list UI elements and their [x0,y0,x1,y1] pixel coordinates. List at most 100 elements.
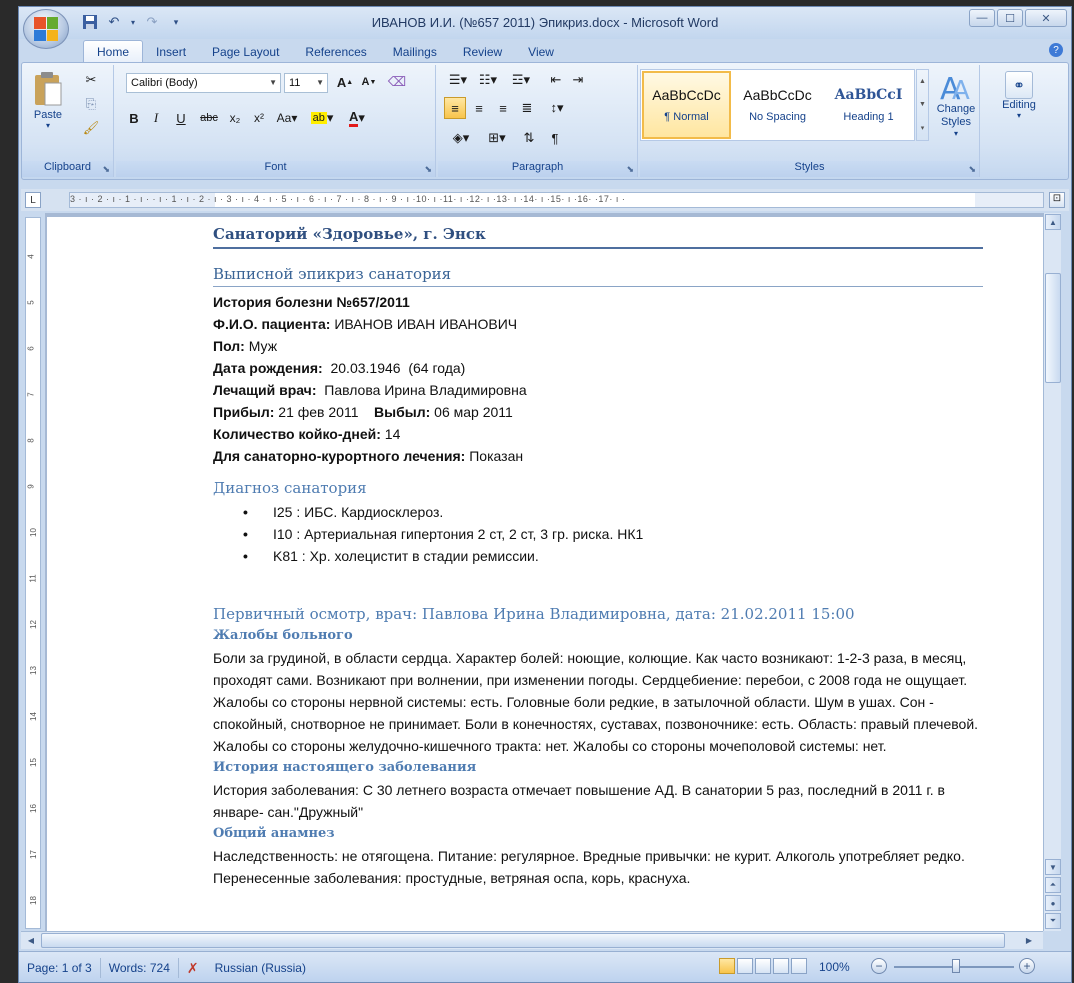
complaints-text: Боли за грудиной, в области сердца. Хара… [213,650,979,754]
change-case-icon[interactable]: Aa▾ [272,107,302,129]
increase-indent-icon[interactable]: ⇥ [568,69,588,91]
scroll-up-icon[interactable]: ▲ [1045,214,1061,230]
bold-icon[interactable]: B [124,107,144,129]
document-content[interactable]: Санаторий «Здоровье», г. Энск Выписной э… [213,223,983,889]
office-button[interactable] [23,9,69,49]
tab-mailings[interactable]: Mailings [380,41,450,63]
style-heading-1[interactable]: AaBbCcI Heading 1 [824,71,913,139]
tab-view[interactable]: View [515,41,567,63]
clipboard-launcher-icon[interactable]: ⬊ [102,164,110,175]
styles-launcher-icon[interactable]: ⬊ [968,164,976,175]
font-group: Calibri (Body) ▼ 11 ▼ A ▲ A ▼ ⌫ B I U abc x₂… [116,65,436,177]
clear-formatting-icon[interactable]: ⌫ [386,71,408,93]
maximize-button[interactable]: ☐ [997,9,1023,27]
superscript-icon[interactable]: x² [248,107,270,129]
language-indicator[interactable]: Russian (Russia) [207,958,314,978]
zoom-slider-thumb[interactable] [952,959,960,973]
shading-icon[interactable]: ◈▾ [444,127,478,149]
multilevel-list-icon[interactable]: ☲▾ [504,69,538,91]
next-page-icon[interactable]: ⏷ [1045,913,1061,929]
strikethrough-icon[interactable]: abc [196,107,222,129]
tab-review[interactable]: Review [450,41,515,63]
shrink-font-icon[interactable]: A ▼ [358,71,380,93]
help-icon[interactable]: ? [1049,43,1063,57]
align-left-icon[interactable]: ≡ [444,97,466,119]
sort-icon[interactable]: ⇅ [518,127,540,149]
grow-font-icon[interactable]: A ▲ [334,71,356,93]
minimize-button[interactable]: — [969,9,995,27]
horizontal-scrollbar[interactable]: ◀ ▶ [21,931,1043,949]
copy-icon[interactable]: ⎘ [80,93,102,115]
show-formatting-icon[interactable]: ¶ [544,127,566,149]
view-buttons [719,958,807,974]
font-family-select[interactable]: Calibri (Body) ▼ [126,73,281,93]
change-styles-button[interactable]: AA Change Styles ▾ [934,69,978,138]
web-layout-icon[interactable] [755,958,771,974]
vertical-ruler[interactable]: 4 5 6 7 8 9 10 11 12 13 14 15 16 17 18 [25,217,41,929]
zoom-out-icon[interactable]: − [871,958,887,974]
status-bar: Page: 1 of 3 Words: 724 ✗ Russian (Russi… [19,951,1071,982]
cut-icon[interactable]: ✂ [80,69,102,91]
font-launcher-icon[interactable]: ⬊ [424,164,432,175]
draft-icon[interactable] [791,958,807,974]
line-spacing-icon[interactable]: ↕▾ [542,97,572,119]
vertical-scroll-thumb[interactable] [1045,273,1061,383]
paste-button[interactable]: Paste ▾ [28,71,68,130]
word-count[interactable]: Words: 724 [101,958,179,978]
close-button[interactable]: ✕ [1025,9,1067,27]
underline-icon[interactable]: U [168,107,194,129]
styles-gallery-scroll[interactable]: ▲ ▼ ▾ [916,69,929,141]
paragraph-launcher-icon[interactable]: ⬊ [626,164,634,175]
styles-gallery: AaBbCcDc ¶ Normal AaBbCcDc No Spacing Aa… [640,69,915,141]
scroll-down-icon[interactable]: ▼ [1045,859,1061,875]
bullets-icon[interactable]: ☰▾ [444,69,472,91]
redo-icon[interactable]: ↷ [143,13,161,31]
gallery-more-icon[interactable]: ▾ [921,124,925,132]
proofing-icon[interactable]: ✗ [179,958,207,978]
field-bed-days: Количество койко-дней: 14 [213,426,401,442]
font-size-select[interactable]: 11 ▼ [284,73,328,93]
style-no-spacing[interactable]: AaBbCcDc No Spacing [733,71,822,139]
highlight-icon[interactable]: ab ▾ [306,107,338,129]
editing-button[interactable]: ⚭ Editing ▾ [994,71,1044,120]
scroll-left-icon[interactable]: ◀ [23,933,39,948]
scroll-right-icon[interactable]: ▶ [1021,933,1037,948]
justify-icon[interactable]: ≣ [516,97,538,119]
font-color-icon[interactable]: A ▾ [342,107,372,129]
tab-home[interactable]: Home [83,40,144,63]
numbering-icon[interactable]: ☷▾ [474,69,502,91]
format-painter-icon[interactable]: 🖌 [80,117,102,139]
undo-icon[interactable]: ↶ [105,13,123,31]
style-normal[interactable]: AaBbCcDc ¶ Normal [642,71,731,139]
customize-qat-icon[interactable]: ▾ [167,13,185,31]
print-layout-icon[interactable] [719,958,735,974]
horizontal-ruler[interactable]: 3 · ı · 2 · ı · 1 · ı · · ı · 1 · ı · 2 … [69,192,1044,208]
gallery-up-icon[interactable]: ▲ [919,78,926,85]
outline-icon[interactable] [773,958,789,974]
tab-selector-icon[interactable]: L [25,192,41,208]
view-ruler-icon[interactable]: ⊡ [1049,192,1065,208]
gallery-down-icon[interactable]: ▼ [919,101,926,108]
page-count[interactable]: Page: 1 of 3 [19,958,101,978]
decrease-indent-icon[interactable]: ⇤ [546,69,566,91]
horizontal-scroll-thumb[interactable] [41,933,1005,948]
tab-page-layout[interactable]: Page Layout [199,41,292,63]
full-screen-reading-icon[interactable] [737,958,753,974]
field-patient-name: Ф.И.О. пациента: ИВАНОВ ИВАН ИВАНОВИЧ [213,316,518,332]
previous-page-icon[interactable]: ⏶ [1045,877,1061,893]
zoom-level[interactable]: 100% [819,960,850,974]
vertical-scrollbar[interactable]: ▲ ▼ ⏶ ● ⏷ [1043,213,1061,931]
tab-insert[interactable]: Insert [143,41,199,63]
align-right-icon[interactable]: ≡ [492,97,514,119]
tab-references[interactable]: References [292,41,379,63]
document-page[interactable]: Санаторий «Здоровье», г. Энск Выписной э… [47,217,1043,931]
subscript-icon[interactable]: x₂ [224,107,246,129]
select-browse-object-icon[interactable]: ● [1045,895,1061,911]
save-icon[interactable] [81,13,99,31]
borders-icon[interactable]: ⊞▾ [480,127,514,149]
align-center-icon[interactable]: ≡ [468,97,490,119]
undo-dropdown-icon[interactable]: ▾ [129,13,137,31]
field-case-number: История болезни №657/2011 [213,294,410,310]
italic-icon[interactable]: I [146,107,166,129]
zoom-in-icon[interactable]: + [1019,958,1035,974]
